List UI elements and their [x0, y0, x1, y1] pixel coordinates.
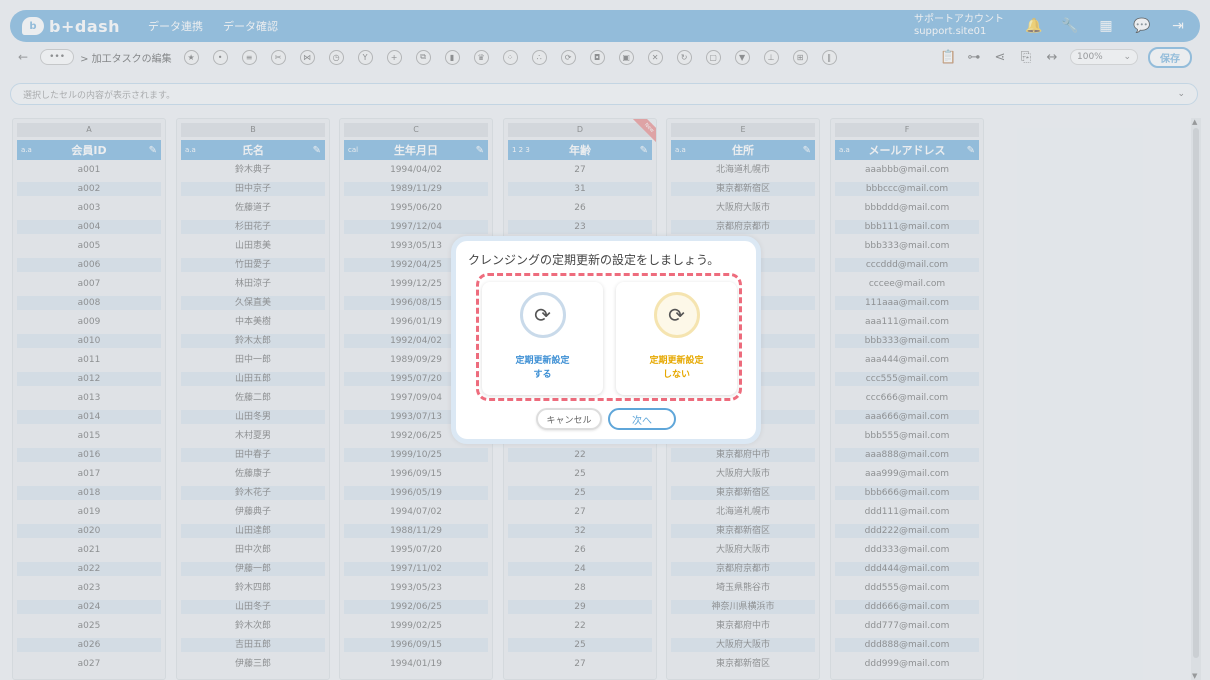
option-schedule-off[interactable]: ⟳ 定期更新設定 しない — [616, 282, 737, 395]
option-schedule-off-label: 定期更新設定 しない — [649, 356, 704, 380]
modal-buttons: キャンセル 次へ — [456, 408, 756, 430]
cleansing-schedule-modal: クレンジングの定期更新の設定をしましょう。 ⟳ 定期更新設定 する ⟳ 定期更新… — [451, 236, 761, 444]
refresh-off-icon: ⟳ — [653, 292, 700, 338]
next-button[interactable]: 次へ — [608, 408, 676, 430]
refresh-icon: ⟳ — [519, 292, 566, 338]
option-schedule-on[interactable]: ⟳ 定期更新設定 する — [482, 282, 603, 395]
modal-title: クレンジングの定期更新の設定をしましょう。 — [468, 253, 720, 267]
app-window: b b+dash データ連携 データ確認 サポートアカウント support.s… — [0, 0, 1210, 680]
options-highlight: ⟳ 定期更新設定 する ⟳ 定期更新設定 しない — [476, 273, 742, 401]
cancel-button[interactable]: キャンセル — [536, 408, 602, 430]
option-schedule-on-label: 定期更新設定 する — [515, 356, 570, 380]
